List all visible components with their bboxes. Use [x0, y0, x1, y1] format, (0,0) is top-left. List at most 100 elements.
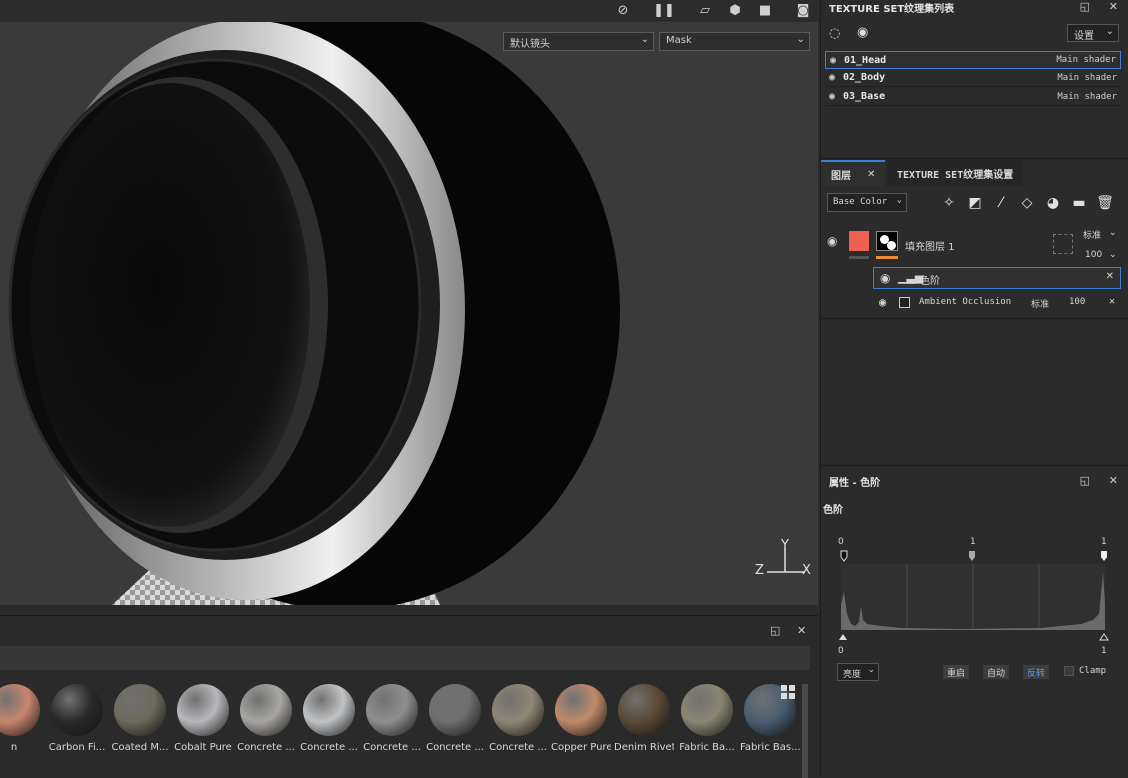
channel-dropdown[interactable]: Base Color ⌄: [827, 193, 907, 212]
tab-texture-set-settings[interactable]: TEXTURE SET纹理集设置: [887, 160, 1024, 186]
input-high-value: 1: [1101, 537, 1107, 547]
material-label: Concrete ...: [300, 742, 358, 753]
eye-icon[interactable]: ◉: [880, 271, 890, 285]
chevron-down-icon: ⌄: [1109, 228, 1117, 238]
material-label: Concrete ...: [363, 742, 421, 753]
fill-color-thumbnail: [849, 231, 869, 251]
texture-set-shader: Main shader: [1056, 55, 1116, 65]
layer-name: Ambient Occlusion: [919, 297, 1012, 307]
close-icon[interactable]: ✕: [1109, 296, 1115, 307]
invert-button[interactable]: 反转: [1023, 665, 1050, 679]
material-item[interactable]: Concrete ...: [299, 684, 359, 753]
close-icon[interactable]: ✕: [1109, 0, 1118, 13]
material-item[interactable]: Concrete ...: [488, 684, 548, 753]
trash-icon[interactable]: 🗑: [1095, 193, 1115, 213]
smart-material-icon[interactable]: ◕: [1043, 193, 1063, 213]
material-item[interactable]: Concrete ...: [425, 684, 485, 753]
paint-brush-icon[interactable]: ⁄: [991, 193, 1011, 213]
texture-set-row[interactable]: ◉ 01_Head Main shader: [825, 51, 1121, 69]
input-mid-value: 1: [970, 537, 976, 547]
axis-x-label: X: [802, 563, 811, 578]
eye-icon[interactable]: ◉: [827, 234, 837, 248]
auto-button[interactable]: 自动: [983, 665, 1010, 679]
camera-video-icon[interactable]: ■: [754, 0, 776, 20]
material-label: n: [10, 742, 18, 753]
material-item[interactable]: Coated M...: [110, 684, 170, 753]
material-preview: [303, 684, 355, 736]
eye-icon[interactable]: ◉: [879, 295, 886, 309]
material-item[interactable]: Fabric Ba...: [677, 684, 737, 753]
hide-all-icon[interactable]: ◌: [829, 26, 840, 41]
viewport-toolbar: ⊘ ❚❚ ▱ ⬢ ■ ◙: [0, 0, 818, 22]
layer-opacity[interactable]: 100: [1085, 250, 1102, 260]
mode-dropdown[interactable]: 亮度 ⌄: [837, 663, 879, 681]
eye-icon[interactable]: ◉: [829, 72, 843, 83]
maximize-icon[interactable]: ◱: [770, 624, 780, 637]
material-label: Cobalt Pure: [174, 742, 232, 753]
close-icon[interactable]: ✕: [1106, 271, 1114, 282]
axis-z-label: Z: [755, 563, 764, 578]
chevron-down-icon: ⌄: [896, 195, 902, 205]
close-icon[interactable]: ✕: [867, 169, 875, 180]
material-item[interactable]: Concrete ...: [362, 684, 422, 753]
material-item[interactable]: Denim Rivet: [614, 684, 674, 753]
layer-mask-placeholder[interactable]: [1053, 234, 1073, 254]
mask-icon[interactable]: ◩: [965, 193, 985, 213]
camera-select[interactable]: 默认镜头 ⌄: [503, 32, 654, 51]
maximize-icon[interactable]: ◱: [1080, 474, 1090, 487]
histogram: [841, 564, 1105, 630]
texture-set-row[interactable]: ◉ 03_Base Main shader: [825, 88, 1121, 106]
properties-section-title: 色阶: [823, 505, 843, 516]
screenshot-icon[interactable]: ◙: [792, 0, 814, 20]
cube-icon[interactable]: ⬢: [724, 0, 746, 20]
channel-select[interactable]: Mask ⌄: [659, 32, 810, 51]
chevron-down-icon: ⌄: [867, 665, 875, 675]
input-low-handle: [840, 550, 848, 562]
folder-icon[interactable]: ▬: [1069, 193, 1089, 213]
mask-thumbnail: [876, 231, 898, 251]
axis-gizmo: Y Z X: [755, 538, 815, 580]
material-item[interactable]: n: [0, 684, 44, 753]
material-item[interactable]: Cobalt Pure: [173, 684, 233, 753]
blend-mode[interactable]: 标准: [1031, 297, 1049, 310]
eye-icon[interactable]: ◉: [829, 91, 843, 102]
close-icon[interactable]: ✕: [1109, 474, 1118, 487]
texture-set-name: 03_Base: [843, 91, 886, 102]
grid-view-icon[interactable]: [780, 684, 796, 700]
hide-icon[interactable]: ⊘: [612, 0, 634, 20]
material-item[interactable]: Carbon Fi...: [47, 684, 107, 753]
material-label: Denim Rivet: [614, 742, 674, 753]
material-item[interactable]: Concrete ...: [236, 684, 296, 753]
material-item[interactable]: Copper Pure: [551, 684, 611, 753]
blend-mode[interactable]: 标准: [1083, 228, 1101, 241]
material-preview: [555, 684, 607, 736]
layer-name: 色阶: [920, 276, 940, 287]
layer-row-fill[interactable]: ◉ 填充图层 1 标准 ⌄ 100 ⌄: [821, 226, 1128, 264]
properties-title: 属性 - 色阶: [829, 478, 881, 489]
clamp-checkbox[interactable]: [1064, 666, 1074, 676]
reset-button[interactable]: 重启: [943, 665, 970, 679]
shelf-scrollbar[interactable]: [802, 684, 808, 778]
texture-set-shader: Main shader: [1057, 72, 1117, 83]
tab-layers[interactable]: 图层 ✕: [821, 160, 886, 186]
shelf-search-bar[interactable]: [0, 646, 810, 670]
layer-row-levels[interactable]: ◉ ▁▃▅ 色阶 ✕: [873, 267, 1121, 289]
frame-icon[interactable]: ▱: [694, 0, 716, 20]
pause-icon[interactable]: ❚❚: [653, 0, 675, 20]
channel-select-value: Mask: [666, 35, 692, 46]
layer-row-ao[interactable]: ◉ Ambient Occlusion 标准 100 ✕: [873, 293, 1121, 313]
texture-set-row[interactable]: ◉ 02_Body Main shader: [825, 69, 1121, 87]
close-icon[interactable]: ✕: [797, 624, 806, 637]
effect-wand-icon[interactable]: ✧: [939, 193, 959, 213]
layer-opacity[interactable]: 100: [1069, 297, 1085, 307]
output-high-handle: [1099, 633, 1109, 641]
material-preview: [114, 684, 166, 736]
material-label: Coated M...: [111, 742, 169, 753]
eye-icon[interactable]: ◉: [830, 55, 844, 66]
texture-set-settings-dropdown[interactable]: 设置 ⌄: [1067, 24, 1119, 42]
3d-viewport[interactable]: ⊘ ❚❚ ▱ ⬢ ■ ◙ 默认镜头 ⌄ Mask ⌄ Y Z X: [0, 0, 818, 605]
material-label: Fabric Bas...: [740, 742, 800, 753]
maximize-icon[interactable]: ◱: [1080, 0, 1090, 13]
eye-icon[interactable]: ◉: [857, 25, 868, 40]
fill-bucket-icon[interactable]: ◇: [1017, 193, 1037, 213]
